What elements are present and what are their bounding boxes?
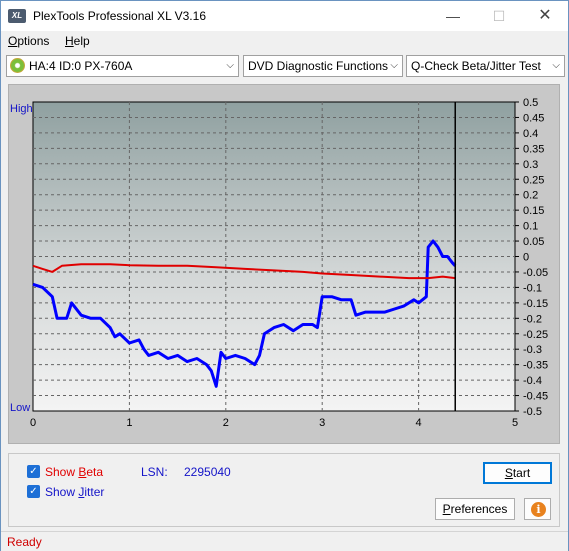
x-tick-label: 5 [512, 417, 518, 429]
menu-help-accel: H [65, 34, 74, 48]
show-beta-label-pre: Show [45, 465, 79, 479]
status-text: Ready [7, 535, 42, 549]
x-tick-label: 1 [126, 417, 132, 429]
y-tick-label: 0.4 [523, 128, 538, 140]
show-jitter-label[interactable]: Show Jitter [45, 485, 104, 499]
y-tick-label: 0.05 [523, 236, 544, 248]
chevron-down-icon[interactable]: ⌵ [552, 56, 560, 76]
menu-bar: Options Help [1, 31, 568, 52]
start-label: tart [512, 466, 531, 480]
lsn-value: 2295040 [184, 465, 231, 479]
menu-help-label: elp [73, 34, 90, 48]
y-tick-label: 0.5 [523, 97, 538, 109]
drive-select[interactable]: HA:4 ID:0 PX-760A ⌵ [6, 55, 239, 77]
start-button[interactable]: Start [483, 462, 552, 484]
y-tick-label: 0.35 [523, 143, 544, 155]
drive-select-value: HA:4 ID:0 PX-760A [29, 59, 133, 73]
y-tick-label: -0.15 [523, 298, 548, 310]
show-jitter-checkbox[interactable]: ✓ [27, 485, 40, 498]
show-beta-label-post: eta [86, 465, 104, 479]
y-tick-label: 0.3 [523, 159, 538, 171]
minimize-button[interactable]: — [430, 1, 476, 31]
y-tick-label: 0.2 [523, 190, 538, 202]
x-tick-labels: 0 1 2 3 4 5 [30, 417, 518, 429]
function-select-value: DVD Diagnostic Functions [248, 59, 389, 73]
chevron-down-icon[interactable]: ⌵ [226, 56, 234, 76]
show-jitter-label-pre: Show [45, 485, 79, 499]
y-tick-label: -0.45 [523, 391, 548, 403]
function-select[interactable]: DVD Diagnostic Functions ⌵ [243, 55, 403, 77]
high-label: High [10, 103, 33, 115]
preferences-label: references [450, 502, 508, 516]
app-window: XL PlexTools Professional XL V3.16 — ☐ ✕… [0, 0, 569, 551]
x-tick-label: 2 [223, 417, 229, 429]
disc-drive-icon [10, 58, 25, 73]
status-bar: Ready [1, 531, 568, 551]
test-select[interactable]: Q-Check Beta/Jitter Test ⌵ [406, 55, 565, 77]
test-select-value: Q-Check Beta/Jitter Test [411, 59, 541, 73]
app-logo-icon: XL [8, 9, 26, 23]
y-tick-label: 0.15 [523, 205, 544, 217]
menu-options-accel: O [8, 34, 18, 48]
y-tick-label: -0.05 [523, 267, 548, 279]
menu-help[interactable]: Help [65, 34, 90, 48]
preferences-button[interactable]: Preferences [435, 498, 515, 520]
controls-panel: ✓ Show Beta ✓ Show Jitter LSN: 2295040 S… [8, 453, 560, 527]
chart-panel: 012345 0.5 0.45 0.4 0.35 0.3 0.25 0.2 0.15 0.1 0.… [8, 84, 560, 444]
y-tick-label: 0.25 [523, 174, 544, 186]
y-tick-label: -0.5 [523, 406, 542, 418]
low-label: Low [10, 402, 30, 414]
y-tick-label: -0.4 [523, 375, 542, 387]
maximize-button[interactable]: ☐ [476, 1, 522, 31]
window-title: PlexTools Professional XL V3.16 [33, 9, 206, 23]
beta-jitter-chart: 012345 0.50.450.40.350.30.250.20.150.10.… [10, 97, 548, 429]
y-tick-label: -0.2 [523, 313, 542, 325]
start-accel: S [504, 466, 513, 480]
chevron-down-icon[interactable]: ⌵ [390, 56, 398, 76]
x-tick-label: 4 [416, 417, 422, 429]
y-tick-label: 0.45 [523, 112, 544, 124]
info-button[interactable]: i [524, 498, 551, 520]
toolbar: HA:4 ID:0 PX-760A ⌵ DVD Diagnostic Funct… [1, 53, 568, 79]
lsn-label: LSN: [141, 465, 168, 479]
x-tick-label: 3 [319, 417, 325, 429]
menu-options-label: ptions [17, 34, 50, 48]
y-tick-label: -0.25 [523, 329, 548, 341]
y-tick-label: -0.3 [523, 344, 542, 356]
menu-options[interactable]: Options [8, 34, 49, 48]
preferences-accel: P [442, 502, 451, 516]
y-tick-label: 0 [523, 252, 529, 264]
y-tick-label: -0.1 [523, 282, 542, 294]
title-bar[interactable]: XL PlexTools Professional XL V3.16 — ☐ ✕ [1, 1, 568, 31]
y-tick-label: 0.1 [523, 221, 538, 233]
y-tick-label: -0.35 [523, 360, 548, 372]
x-tick-label: 0 [30, 417, 36, 429]
show-beta-label[interactable]: Show Beta [45, 465, 103, 479]
y-tick-labels: 0.5 0.45 0.4 0.35 0.3 0.25 0.2 0.15 0.1 0.05 0 -0.0… [523, 97, 548, 418]
show-beta-checkbox[interactable]: ✓ [27, 465, 40, 478]
show-jitter-label-post: itter [84, 485, 105, 499]
close-button[interactable]: ✕ [522, 1, 568, 31]
info-icon: i [531, 502, 546, 517]
